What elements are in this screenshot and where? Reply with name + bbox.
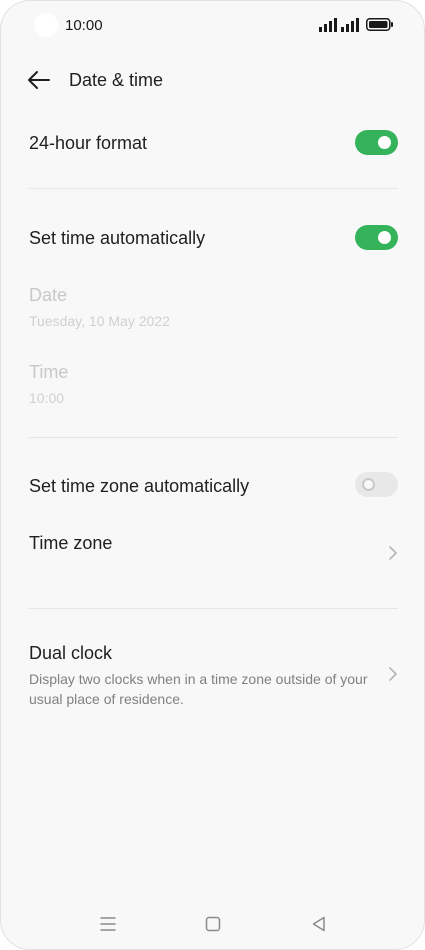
camera-dot (34, 13, 58, 37)
row-time: Time 10:00 (29, 361, 398, 409)
row-label-set-time-automatically: Set time automatically (29, 228, 206, 248)
divider (29, 188, 398, 189)
row-label-time: Time (29, 362, 69, 382)
chevron-right-icon (389, 546, 397, 560)
signal-icon (341, 18, 359, 32)
row-set-time-zone-automatically[interactable]: Set time zone automatically (29, 472, 398, 502)
navigation-bar (1, 906, 424, 942)
row-24-hour-format[interactable]: 24-hour format (29, 129, 398, 159)
row-label-time-zone: Time zone (29, 533, 113, 553)
toggle-set-time-zone-automatically[interactable] (355, 472, 398, 497)
toggle-knob (378, 136, 391, 149)
back-triangle-icon[interactable] (309, 914, 329, 934)
toggle-knob (378, 231, 391, 244)
toggle-set-time-automatically[interactable] (355, 225, 398, 250)
toggle-knob (362, 478, 375, 491)
row-value-date: Tuesday, 10 May 2022 (29, 313, 170, 329)
row-desc-dual-clock: Display two clocks when in a time zone o… (29, 671, 368, 707)
menu-icon[interactable] (98, 914, 118, 934)
home-square-icon[interactable] (203, 914, 223, 934)
status-bar: 10:00 (1, 1, 424, 51)
signal-icon (319, 18, 337, 32)
row-label-dual-clock: Dual clock (29, 643, 113, 663)
row-dual-clock[interactable]: Dual clock Display two clocks when in a … (29, 641, 398, 711)
header: Date & time (1, 59, 424, 103)
divider (29, 608, 398, 609)
row-date: Date Tuesday, 10 May 2022 (29, 284, 398, 332)
toggle-24-hour-format[interactable] (355, 130, 398, 155)
row-label-date: Date (29, 285, 68, 305)
divider (29, 437, 398, 438)
status-time: 10:00 (65, 17, 103, 34)
chevron-right-icon (389, 667, 397, 681)
battery-icon (366, 18, 393, 31)
row-set-time-automatically[interactable]: Set time automatically (29, 224, 398, 254)
row-time-zone[interactable]: Time zone (29, 531, 398, 571)
row-label-set-time-zone-automatically: Set time zone automatically (29, 476, 250, 496)
page-title: Date & time (69, 70, 164, 90)
arrow-left-icon[interactable] (23, 65, 53, 95)
row-value-time: 10:00 (29, 390, 65, 406)
phone-screen: 10:00 Date & time 24-hour format Set tim… (0, 0, 425, 950)
row-label-24-hour-format: 24-hour format (29, 133, 148, 153)
